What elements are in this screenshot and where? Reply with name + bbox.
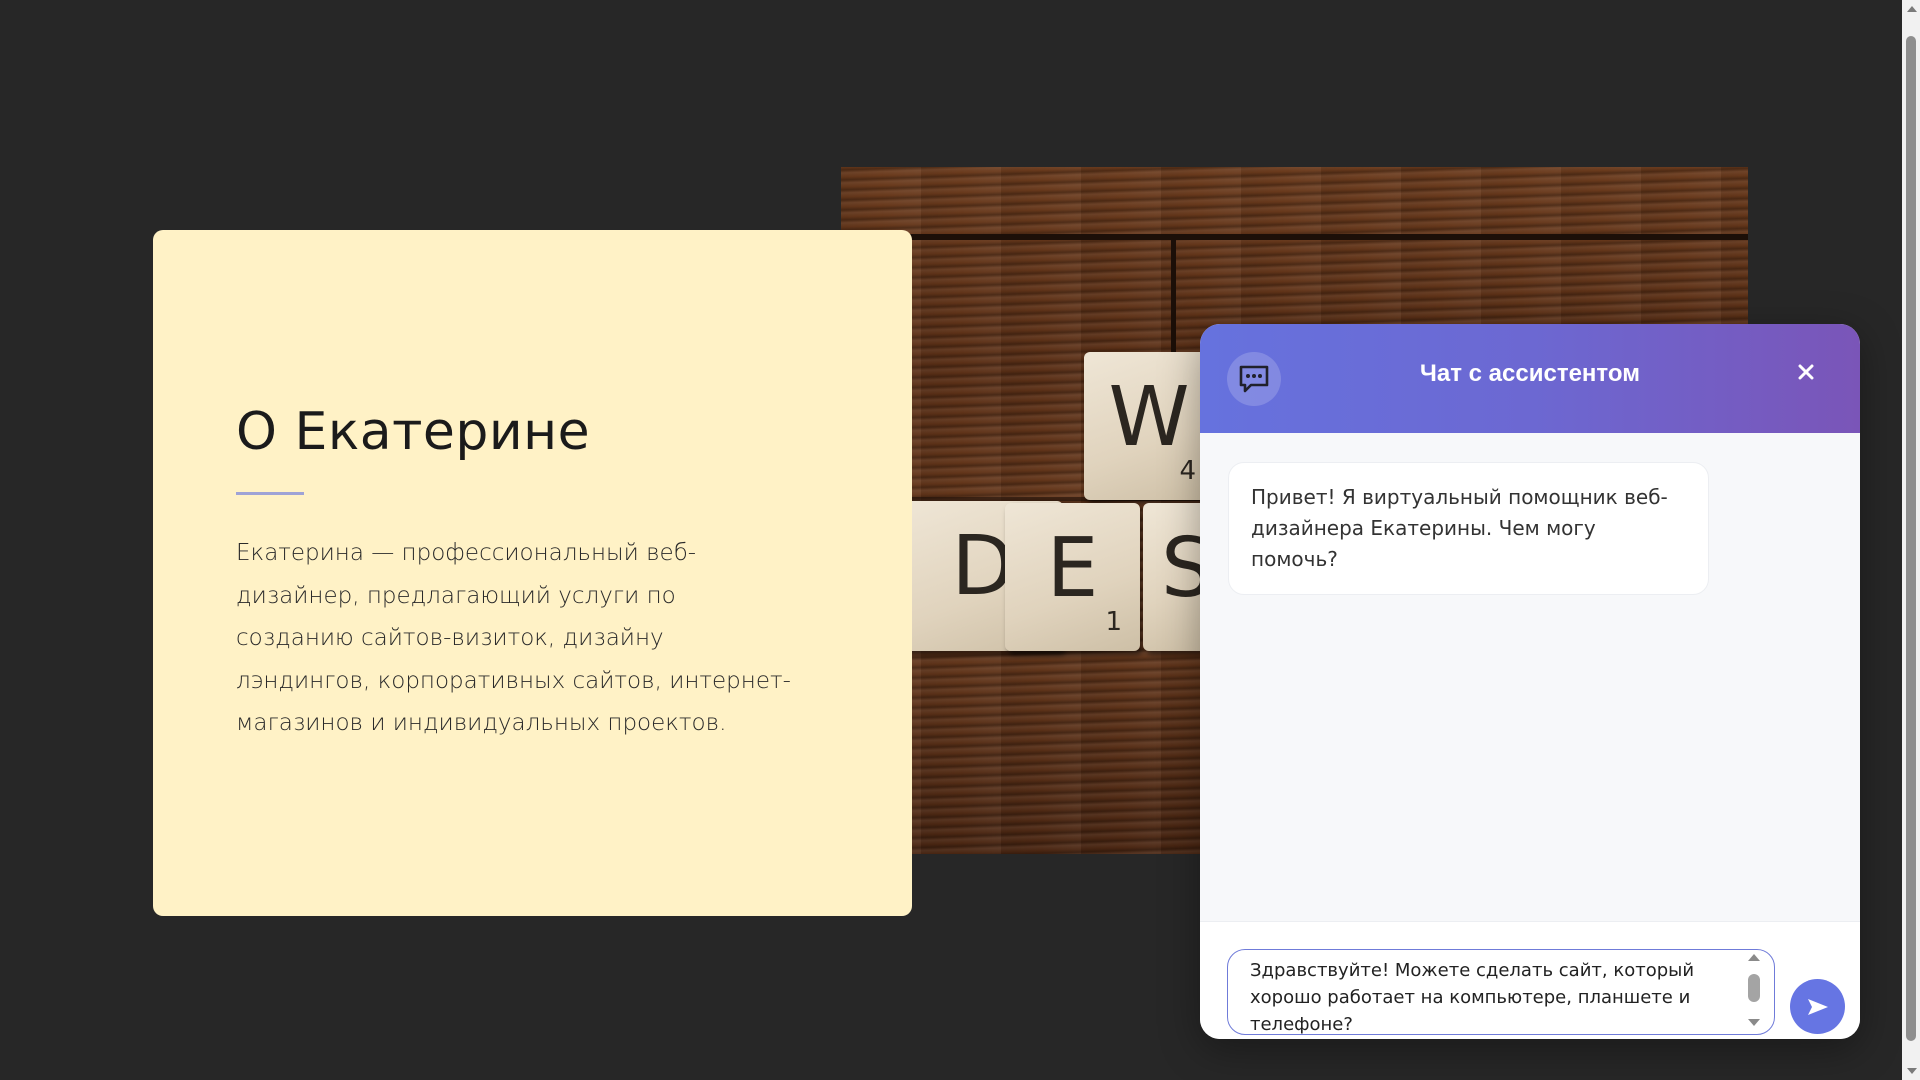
scroll-up-icon[interactable]: [1748, 954, 1760, 961]
plank-seam: [841, 234, 1748, 240]
title-divider: [236, 492, 304, 495]
chat-messages: Привет! Я виртуальный помощник веб-дизай…: [1200, 433, 1860, 921]
about-card: О Екатерине Екатерина — профессиональный…: [153, 230, 912, 916]
assistant-message: Привет! Я виртуальный помощник веб-дизай…: [1228, 462, 1709, 595]
send-arrow-icon: [1807, 998, 1828, 1015]
chat-widget: Чат с ассистентом Привет! Я виртуальный …: [1200, 324, 1860, 1039]
chat-footer: [1200, 921, 1860, 1039]
chat-title: Чат с ассистентом: [1420, 360, 1640, 387]
about-title: О Екатерине: [236, 402, 591, 462]
scroll-up-icon[interactable]: [1907, 6, 1917, 12]
chat-header: Чат с ассистентом: [1200, 324, 1860, 433]
scrabble-tile: W 4: [1084, 352, 1214, 500]
scroll-thumb[interactable]: [1748, 974, 1760, 1002]
scroll-down-icon[interactable]: [1748, 1019, 1760, 1026]
message-input[interactable]: [1227, 949, 1775, 1035]
page-scrollbar[interactable]: [1902, 0, 1920, 1080]
close-icon[interactable]: [1792, 358, 1820, 386]
input-scrollbar[interactable]: [1744, 954, 1762, 1026]
scroll-thumb[interactable]: [1906, 36, 1916, 1041]
scroll-down-icon[interactable]: [1907, 1068, 1917, 1074]
about-description: Екатерина — профессиональный веб-дизайне…: [236, 540, 791, 736]
send-button[interactable]: [1790, 979, 1845, 1034]
scrabble-tile: E 1: [1005, 503, 1140, 651]
